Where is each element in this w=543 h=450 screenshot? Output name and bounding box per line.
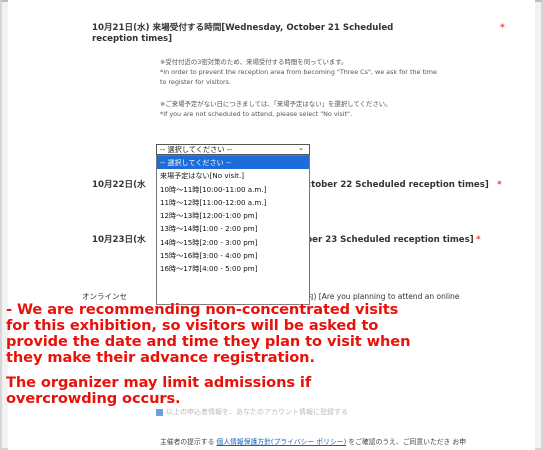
option-11-12[interactable]: 11時～12時[11:00-12:00 a.m.] [157, 196, 309, 209]
note1-en: *In order to prevent the reception area … [160, 68, 437, 76]
checkbox-icon[interactable] [156, 408, 163, 416]
select-value: -- 選択してください -- [160, 145, 233, 154]
notice-line-3: provide the date and time they plan to v… [6, 333, 411, 350]
notice-line-1: - We are recommending non-concentrated v… [6, 301, 399, 318]
note1-jp: ※受付付近の3密対策のため、来場受付する時間を伺っています。 [160, 58, 348, 66]
oct21-title-text: 10月21日(水) 来場受付する時間[Wednesday, October 21… [92, 23, 394, 44]
notice-line-4: they make their advance registration. [6, 349, 315, 366]
oct23-prefix: 10月23日(水 [92, 235, 146, 245]
footer-prefix: 主催者の提示する [160, 438, 217, 446]
reception-time-dropdown[interactable]: -- 選択してください -- 来場予定はない[No visit.] 10時～11… [156, 155, 310, 305]
oct22-suffix: ctober 22 Scheduled reception times] [306, 180, 489, 190]
option-12-13[interactable]: 12時～13時[12:00-1:00 pm] [157, 209, 309, 222]
privacy-policy-link[interactable]: 個人情報保護方針(プライバシー ポリシー) [217, 438, 347, 446]
privacy-footer: 主催者の提示する 個人情報保護方針(プライバシー ポリシー) をご確認のうえ、ご… [160, 436, 466, 446]
oct21-section-title: 10月21日(水) 来場受付する時間[Wednesday, October 21… [92, 23, 422, 45]
oct22-prefix: 10月22日(水 [92, 180, 146, 190]
notice-line-2: for this exhibition, so visitors will be… [6, 317, 379, 334]
reception-time-select[interactable]: -- 選択してください -- ⌄ [156, 144, 310, 155]
option-16-17[interactable]: 16時～17時[4:00 - 5:00 pm] [157, 262, 309, 275]
option-10-11[interactable]: 10時～11時[10:00-11:00 a.m.] [157, 183, 309, 196]
required-mark-oct22: * [497, 180, 502, 190]
consent-checkbox-row[interactable]: 以上の申込者情報を、あなたのアカウント情報に登録する [156, 407, 348, 417]
required-mark: * [500, 23, 505, 33]
notice-line-5: The organizer may limit admissions if [6, 374, 312, 391]
required-mark-oct23: * [476, 235, 481, 245]
option-15-16[interactable]: 15時～16時[3:00 - 4:00 pm] [157, 249, 309, 262]
option-no-visit[interactable]: 来場予定はない[No visit.] [157, 169, 309, 182]
oct23-suffix: ber 23 Scheduled reception times] [306, 235, 474, 245]
note2-jp: ※ご来場予定がない日につきましては、「来場予定はない」を選択してください。 [160, 100, 392, 108]
consent-label: 以上の申込者情報を、あなたのアカウント情報に登録する [166, 408, 348, 416]
note1-en-2: to register for visitors. [160, 78, 232, 86]
option-placeholder[interactable]: -- 選択してください -- [157, 156, 309, 170]
option-14-15[interactable]: 14時～15時[2:00 - 3:00 pm] [157, 236, 309, 249]
footer-suffix: をご確認のうえ、ご同意いただき お申 [346, 438, 467, 446]
option-13-14[interactable]: 13時～14時[1:00 - 2:00 pm] [157, 222, 309, 235]
chevron-down-icon: ⌄ [298, 144, 304, 152]
notice-line-6: overcrowding occurs. [6, 390, 181, 407]
note2-en: *If you are not scheduled to attend, ple… [160, 110, 352, 118]
